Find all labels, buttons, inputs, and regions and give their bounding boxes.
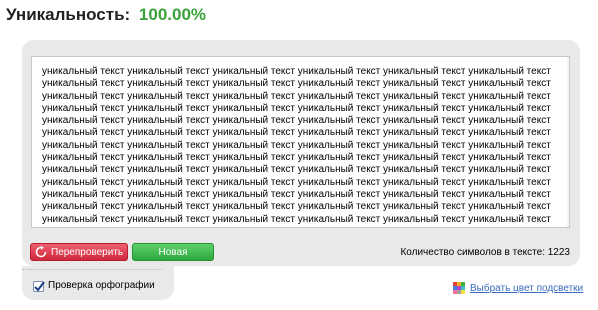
text-line: уникальный текст уникальный текст уникал… (42, 188, 551, 200)
recheck-button[interactable]: Перепроверить (30, 243, 128, 261)
spellcheck-checkbox[interactable] (33, 281, 45, 292)
new-check-button[interactable]: Новая проверка (132, 243, 214, 276)
recheck-button-label: Перепроверить (51, 247, 124, 258)
text-line: уникальный текст уникальный текст уникал… (42, 127, 551, 139)
text-line: уникальный текст уникальный текст уникал… (42, 115, 551, 127)
uniqueness-header: Уникальность: 100.00% (6, 4, 206, 26)
text-line: уникальный текст уникальный текст уникал… (42, 102, 551, 114)
text-line: уникальный текст уникальный текст уникал… (42, 78, 551, 90)
palette-icon[interactable] (453, 282, 465, 294)
char-count: Количество символов в тексте: 1223 (400, 247, 570, 258)
text-content: уникальный текст уникальный текст уникал… (32, 57, 569, 226)
checkmark-icon (34, 281, 45, 292)
uniqueness-value: 100.00% (138, 5, 207, 24)
scrollbar[interactable] (567, 57, 569, 227)
text-line: уникальный текст уникальный текст уникал… (42, 176, 551, 188)
text-line: уникальный текст уникальный текст уникал… (42, 66, 551, 77)
text-line: уникальный текст уникальный текст уникал… (42, 213, 551, 225)
text-line: уникальный текст уникальный текст уникал… (42, 90, 551, 102)
uniqueness-label: Уникальность: (6, 5, 131, 24)
text-line: уникальный текст уникальный текст уникал… (42, 201, 551, 213)
text-line: уникальный текст уникальный текст уникал… (42, 139, 551, 151)
text-line: уникальный текст уникальный текст уникал… (42, 164, 551, 176)
text-line: уникальный текст уникальный текст уникал… (42, 152, 551, 164)
highlight-color-link[interactable]: Выбрать цвет подсветки (470, 283, 583, 294)
refresh-icon (35, 246, 47, 258)
text-input[interactable]: уникальный текст уникальный текст уникал… (31, 56, 570, 228)
spellcheck-label[interactable]: Проверка орфографии (48, 280, 155, 291)
divider (22, 269, 162, 270)
